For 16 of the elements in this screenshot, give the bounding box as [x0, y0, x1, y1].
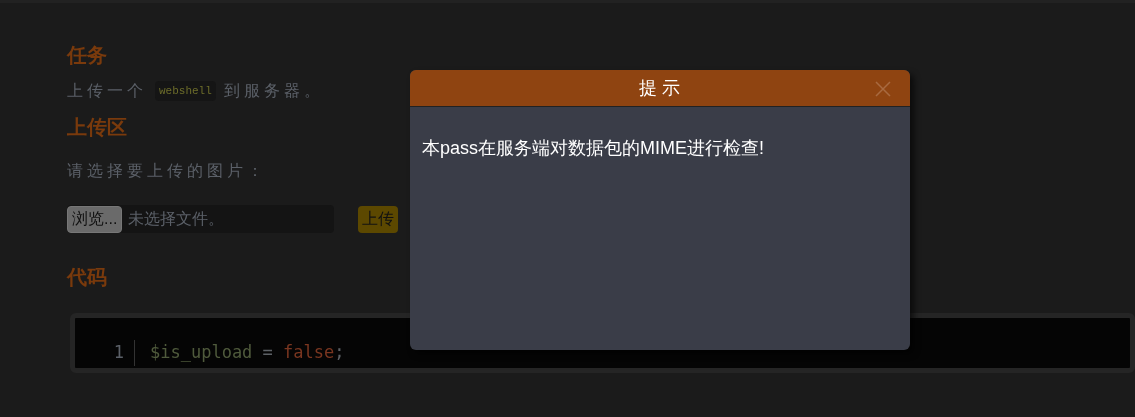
close-icon[interactable] [875, 81, 891, 97]
browse-button[interactable]: 浏览... [67, 205, 123, 233]
inline-code: webshell [155, 80, 216, 102]
code-line: $is_upload = false; [149, 341, 345, 364]
section-heading: 代码 [67, 265, 107, 290]
line-number: 1 [75, 340, 135, 366]
file-input[interactable]: 浏览... 未选择文件。 [67, 205, 334, 233]
upload-prompt: 请选择要上传的图片： [67, 161, 267, 181]
task-text: 到服务器。 [223, 81, 324, 101]
upload-button[interactable]: 上传 [358, 205, 398, 233]
section-heading: 任务 [67, 43, 107, 68]
dialog-title: 提 示 [639, 76, 681, 100]
file-status: 未选择文件。 [128, 209, 225, 229]
task-text: 上传一个 [67, 81, 147, 101]
section-heading: 上传区 [67, 115, 127, 140]
dialog-message: 本pass在服务端对数据包的MIME进行检查! [421, 137, 766, 160]
